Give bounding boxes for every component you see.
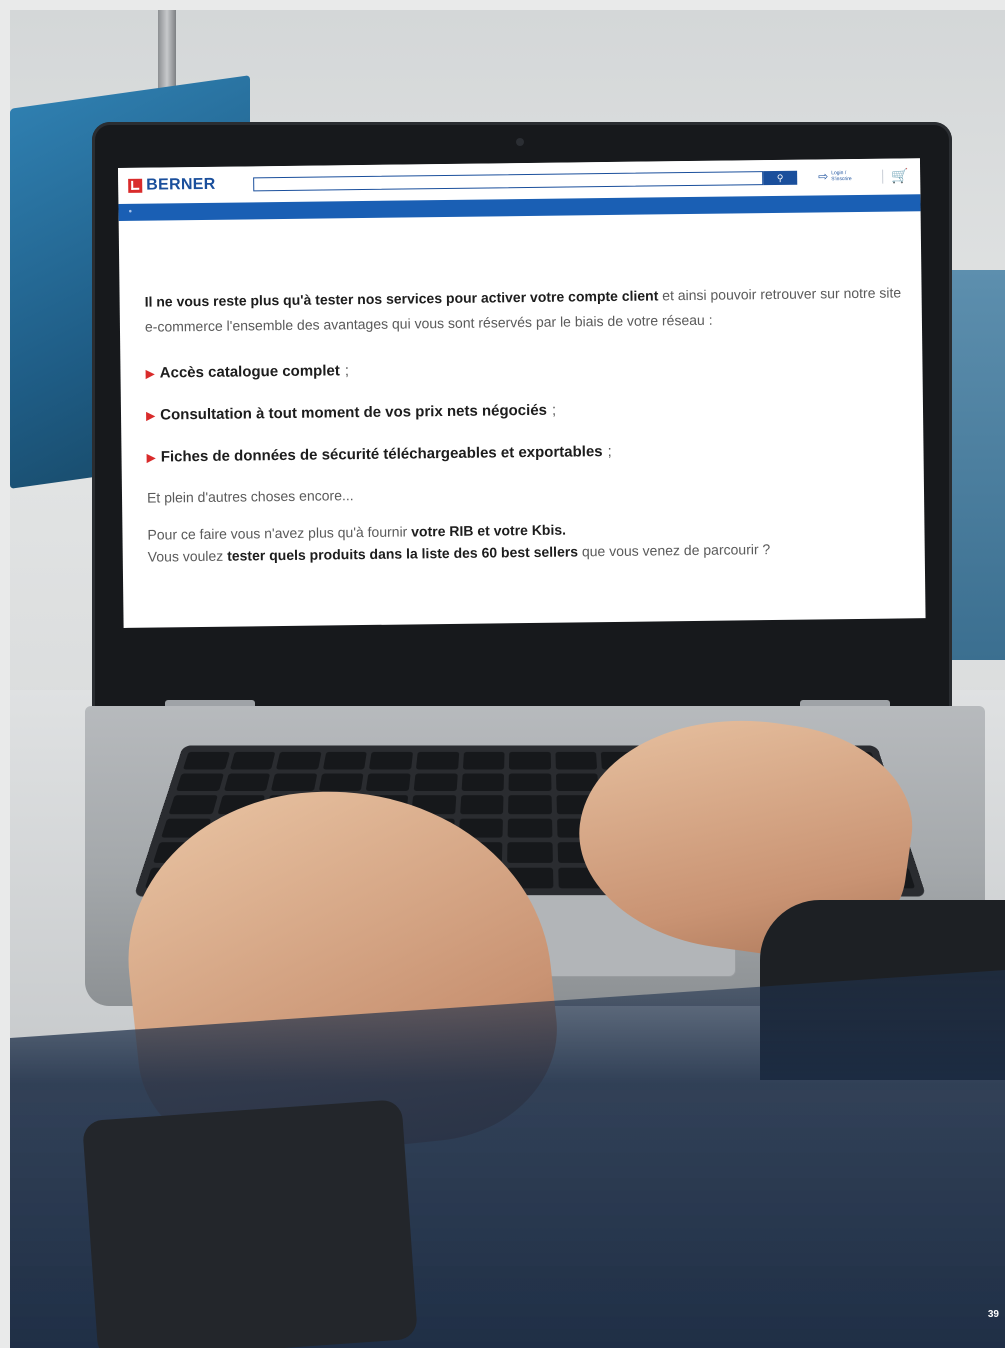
keyboard-key [168, 795, 218, 814]
keyboard-key [229, 751, 276, 770]
keyboard-key [276, 751, 322, 770]
webcam-icon [516, 138, 524, 146]
keyboard-key [183, 751, 230, 770]
left-sleeve [82, 1099, 418, 1348]
keyboard-key [413, 773, 458, 791]
keyboard-key [366, 773, 411, 791]
keyboard-key [507, 842, 553, 863]
search-button[interactable]: ⚲ [763, 170, 798, 186]
keyboard-key [507, 818, 553, 838]
list-item: ▶ Consultation à tout moment de vos prix… [145, 401, 557, 424]
triangle-bullet-icon: ▶ [145, 366, 155, 381]
keyboard-key [318, 773, 364, 791]
keyboard-key [462, 751, 505, 770]
blue-folder [945, 270, 1005, 660]
list-item: ▶ Fiches de données de sécurité téléchar… [146, 442, 612, 466]
laptop-screen: BERNER ⚲ ⇨ Login / S'inscrire 🛒 ● Il ne … [118, 158, 926, 628]
page-content: Il ne vous reste plus qu'à tester nos se… [144, 280, 917, 567]
keyboard-key [459, 795, 504, 814]
berner-logo-icon [128, 178, 143, 193]
login-link[interactable]: ⇨ Login / S'inscrire [818, 169, 852, 184]
logo-text: BERNER [146, 175, 216, 194]
keyboard-key [461, 773, 505, 791]
list-item: ▶ Accès catalogue complet ; [145, 362, 350, 382]
intro-paragraph: Il ne vous reste plus qu'à tester nos se… [144, 284, 902, 335]
keyboard-key [271, 773, 318, 791]
search-icon: ⚲ [776, 172, 784, 183]
closing-paragraph: Pour ce faire vous n'avez plus qu'à four… [147, 521, 771, 565]
keyboard-key [322, 751, 368, 770]
cart-icon[interactable]: 🛒 [891, 167, 909, 184]
brochure-page: BERNER ⚲ ⇨ Login / S'inscrire 🛒 ● Il ne … [0, 0, 1005, 1348]
triangle-bullet-icon: ▶ [146, 450, 156, 465]
keyboard-key [508, 773, 552, 791]
nav-menu-icon[interactable]: ● [129, 209, 133, 215]
keyboard-key [508, 795, 552, 814]
keyboard-key [369, 751, 414, 770]
page-number: 39 [987, 1309, 999, 1320]
more-text: Et plein d'autres choses encore... [146, 487, 354, 506]
search-input[interactable] [253, 171, 764, 192]
login-label: Login / S'inscrire [831, 170, 852, 183]
berner-logo[interactable]: BERNER [128, 176, 216, 195]
keyboard-key [555, 751, 598, 770]
keyboard-key [176, 773, 224, 791]
triangle-bullet-icon: ▶ [145, 408, 156, 423]
keyboard-key [223, 773, 271, 791]
login-arrow-icon: ⇨ [818, 169, 829, 184]
keyboard-key [415, 751, 459, 770]
header-divider [882, 169, 884, 184]
keyboard-key [509, 751, 551, 770]
